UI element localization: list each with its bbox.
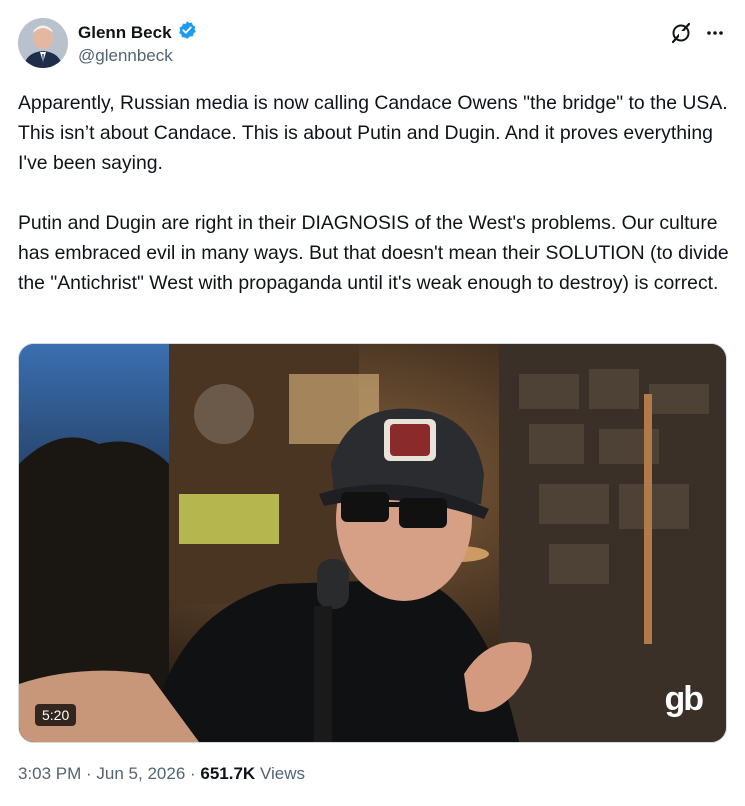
author-avatar[interactable] xyxy=(18,18,68,68)
verified-badge-icon xyxy=(177,20,197,45)
channel-watermark: gb xyxy=(664,680,704,718)
video-player[interactable]: 5:20 gb xyxy=(18,343,727,743)
video-duration: 5:20 xyxy=(35,704,77,726)
author-handle[interactable]: @glennbeck xyxy=(78,46,173,66)
more-icon[interactable] xyxy=(705,21,725,45)
meta-separator: · xyxy=(81,764,97,783)
grok-icon[interactable] xyxy=(669,21,693,45)
tweet-text: Apparently, Russian media is now calling… xyxy=(18,92,729,294)
views-label: Views xyxy=(255,764,305,783)
author-display-name[interactable]: Glenn Beck xyxy=(78,23,172,43)
tweet-meta: 3:03 PM · Jun 5, 2026 · 651.7K Views xyxy=(18,764,305,784)
tweet-time[interactable]: 3:03 PM xyxy=(18,764,81,783)
video-thumbnail xyxy=(19,344,726,742)
tweet-date[interactable]: Jun 5, 2026 xyxy=(96,764,185,783)
views-count[interactable]: 651.7K xyxy=(200,764,255,783)
meta-separator: · xyxy=(185,764,201,783)
